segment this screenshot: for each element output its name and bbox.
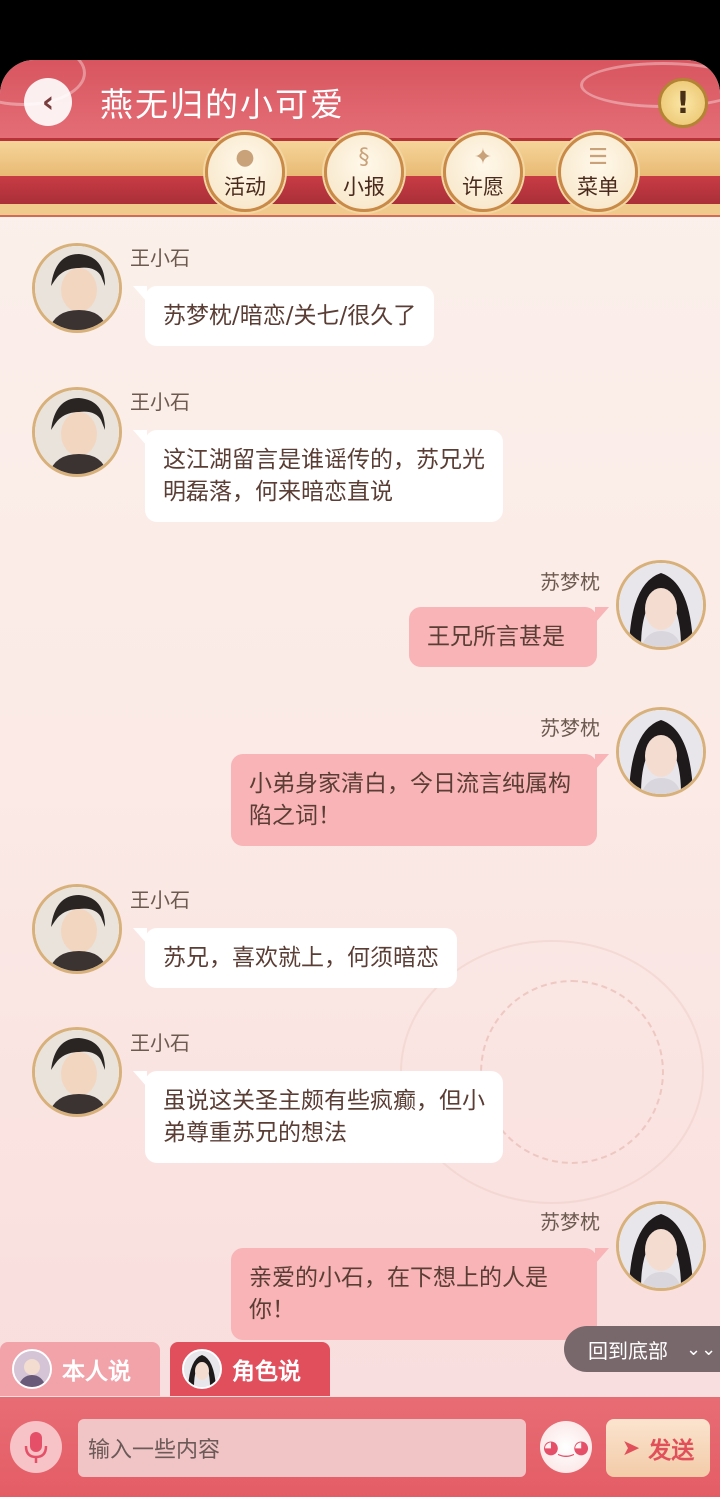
tab-role-speak[interactable]: 角色说 [170,1342,330,1396]
scroll-icon: § [358,145,370,170]
header: ‹ 燕无归的小可爱 ! ● 活动 § 小报 ✦ 许愿 ☰ 菜单 [0,60,720,217]
self-avatar [12,1349,52,1389]
alert-button[interactable]: ! [658,78,708,128]
send-button[interactable]: ➤ 发送 [606,1419,710,1477]
back-icon: ‹ [41,84,55,120]
message-bubble[interactable]: 小弟身家清白，今日流言纯属构陷之词！ [231,754,609,846]
nav-activity-label: 活动 [224,175,266,199]
message-bubble[interactable]: 这江湖留言是谁谣传的，苏兄光明磊落，何来暗恋直说 [133,430,503,522]
voice-button[interactable] [10,1421,62,1473]
message-bubble[interactable]: 亲爱的小石，在下想上的人是你！ [231,1248,609,1340]
nav-wish-label: 许愿 [462,175,504,199]
status-bar [0,0,720,60]
chat-app: ‹ 燕无归的小可爱 ! ● 活动 § 小报 ✦ 许愿 ☰ 菜单 王小石 苏梦枕/… [0,60,720,1497]
tab-self-speak[interactable]: 本人说 [0,1342,160,1396]
nav-activity-button[interactable]: ● 活动 [205,132,285,212]
input-bar: 输入一些内容 ◕‿◕ ➤ 发送 [0,1397,720,1497]
fountain-icon: ✦ [473,145,493,170]
avatar-su-mengzhen[interactable] [616,560,706,650]
tab-role-label: 角色说 [232,1359,301,1385]
scroll-to-bottom-label: 回到底部 [588,1338,668,1363]
sender-name: 王小石 [130,1031,190,1055]
tab-self-label: 本人说 [62,1359,131,1385]
role-avatar [182,1349,222,1389]
chevron-down-icon: ⌄⌄ [686,1338,717,1360]
scroll-to-bottom-button[interactable]: 回到底部 ⌄⌄ [564,1326,720,1372]
emoji-button[interactable]: ◕‿◕ [540,1421,592,1473]
avatar-su-mengzhen[interactable] [616,707,706,797]
avatar-wang-xiaoshi[interactable] [32,387,122,477]
nav-menu-button[interactable]: ☰ 菜单 [558,132,638,212]
message-bubble[interactable]: 苏兄，喜欢就上，何须暗恋 [133,928,457,988]
nav-news-button[interactable]: § 小报 [324,132,404,212]
input-placeholder: 输入一些内容 [88,1438,221,1463]
avatar-wang-xiaoshi[interactable] [32,243,122,333]
exclamation-icon: ! [676,85,690,121]
sender-name: 苏梦枕 [540,716,600,740]
avatar-wang-xiaoshi[interactable] [32,1027,122,1117]
message-bubble[interactable]: 虽说这关圣主颇有些疯癫，但小弟尊重苏兄的想法 [133,1071,503,1163]
nav-wish-button[interactable]: ✦ 许愿 [443,132,523,212]
paper-plane-icon: ➤ [621,1435,641,1461]
nav-menu-label: 菜单 [577,175,619,199]
nav-news-label: 小报 [343,175,385,199]
message-bubble[interactable]: 王兄所言甚是 [409,607,609,667]
back-button[interactable]: ‹ [24,78,72,126]
message-bubble[interactable]: 苏梦枕/暗恋/关七/很久了 [132,286,435,346]
sender-name: 王小石 [130,888,190,912]
lantern-icon: ● [235,145,255,170]
avatar-wang-xiaoshi[interactable] [32,884,122,974]
sender-name: 苏梦枕 [540,570,600,594]
avatar-su-mengzhen[interactable] [616,1201,706,1291]
sender-name: 苏梦枕 [540,1210,600,1234]
sender-name: 王小石 [130,246,190,270]
message-input[interactable]: 输入一些内容 [78,1419,526,1477]
menu-icon: ☰ [588,145,608,170]
flower-decoration [480,980,664,1164]
microphone-icon [24,1432,48,1463]
send-label: 发送 [648,1438,695,1464]
page-title: 燕无归的小可爱 [100,85,345,124]
sender-name: 王小石 [130,390,190,414]
emoji-icon: ◕‿◕ [543,1436,589,1458]
